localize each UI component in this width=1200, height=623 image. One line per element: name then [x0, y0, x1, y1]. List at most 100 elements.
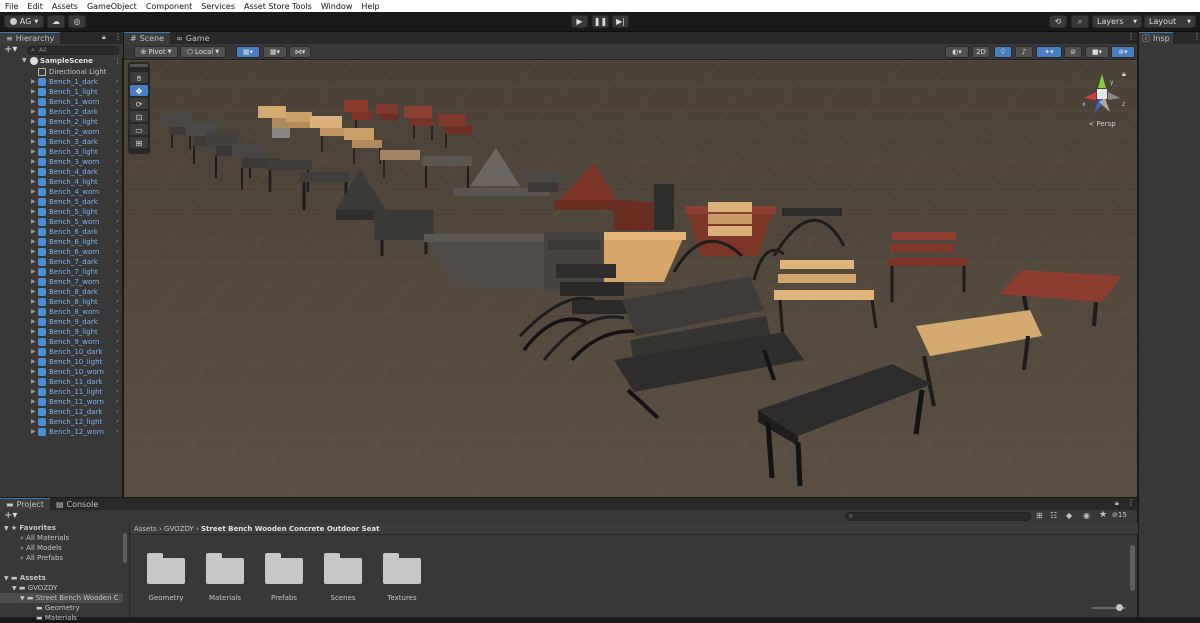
chevron-right-icon[interactable]: ▶ [31, 327, 36, 337]
lighting-toggle-button[interactable]: 💡︎ [994, 46, 1012, 58]
chevron-right-icon[interactable]: › [116, 217, 118, 227]
gizmos-dropdown[interactable]: ⊕▾ [1111, 46, 1135, 58]
hierarchy-item[interactable]: ▶ Bench_11_light › [0, 387, 123, 397]
lock-icon[interactable]: 🔒︎ [102, 33, 106, 42]
chevron-right-icon[interactable]: ▶ [31, 157, 36, 167]
collab-button[interactable]: ◎ [68, 15, 86, 28]
chevron-right-icon[interactable]: › [116, 137, 118, 147]
chevron-right-icon[interactable]: › [116, 327, 118, 337]
hierarchy-item[interactable]: ▶ Bench_8_light › [0, 297, 123, 307]
folder-item-geometry[interactable]: ▬ Geometry [36, 603, 80, 613]
hierarchy-item-light[interactable]: Directional Light [0, 67, 123, 77]
chevron-right-icon[interactable]: › [116, 127, 118, 137]
chevron-right-icon[interactable]: › [116, 97, 118, 107]
tab-hierarchy[interactable]: ≡ Hierarchy [0, 32, 61, 44]
chevron-right-icon[interactable]: ▶ [31, 187, 36, 197]
chevron-right-icon[interactable]: ▶ [31, 247, 36, 257]
draw-mode-button[interactable]: ◐▾ [945, 46, 969, 58]
hierarchy-item[interactable]: ▶ Bench_4_light › [0, 177, 123, 187]
tab-scene[interactable]: # Scene [124, 32, 171, 44]
menu-help[interactable]: Help [356, 2, 383, 11]
lock-icon[interactable]: 🔒︎ [1115, 499, 1119, 508]
chevron-right-icon[interactable]: ▶ [31, 367, 36, 377]
scene-viewport[interactable]: ✋︎ ✥ ⟳ ⊡ ▭ ⊞ y x z 🔒︎ < Persp [124, 60, 1137, 497]
chevron-right-icon[interactable]: ▶ [31, 397, 36, 407]
chevron-right-icon[interactable]: › [116, 77, 118, 87]
hierarchy-item[interactable]: ▶ Bench_9_light › [0, 327, 123, 337]
hierarchy-item[interactable]: ▶ Bench_3_light › [0, 147, 123, 157]
grid-snap-button[interactable]: ▦▾ [236, 46, 260, 58]
hierarchy-item[interactable]: ▶ Bench_3_dark › [0, 137, 123, 147]
breadcrumb-item[interactable]: GVOZDY [164, 525, 194, 533]
tab-inspector[interactable]: ⓘ Insp [1139, 32, 1173, 44]
pivot-dropdown[interactable]: ⊕ Pivot ▼ [134, 46, 178, 58]
chevron-right-icon[interactable]: › [116, 407, 118, 417]
chevron-right-icon[interactable]: › [116, 307, 118, 317]
history-button[interactable]: ⟲ [1049, 15, 1067, 28]
hierarchy-item[interactable]: ▶ Bench_4_worn › [0, 187, 123, 197]
chevron-right-icon[interactable]: ▶ [31, 357, 36, 367]
hierarchy-item[interactable]: ▶ Bench_7_worn › [0, 277, 123, 287]
hierarchy-item[interactable]: ▶ Bench_5_worn › [0, 217, 123, 227]
chevron-right-icon[interactable]: › [116, 427, 118, 437]
hierarchy-item[interactable]: ▶ Bench_4_dark › [0, 167, 123, 177]
hierarchy-item[interactable]: ▶ Bench_10_worn › [0, 367, 123, 377]
hierarchy-item[interactable]: ▶ Bench_2_worn › [0, 127, 123, 137]
persp-label[interactable]: < Persp [1088, 120, 1116, 128]
chevron-right-icon[interactable]: ▶ [31, 387, 36, 397]
chevron-right-icon[interactable]: ▶ [31, 317, 36, 327]
search-button[interactable]: ⌕ [1071, 15, 1089, 28]
favorite-item[interactable]: ⌕ All Materials [20, 533, 69, 543]
play-button[interactable]: ▶ [571, 15, 588, 28]
chevron-right-icon[interactable]: › [116, 357, 118, 367]
chevron-right-icon[interactable]: ▶ [31, 417, 36, 427]
effects-dropdown[interactable]: ✦▾ [1036, 46, 1062, 58]
folder-tile-scenes[interactable] [324, 553, 362, 584]
cloud-button[interactable]: ☁ [47, 15, 65, 28]
hierarchy-item[interactable]: ▶ Bench_12_dark › [0, 407, 123, 417]
pause-button[interactable]: ❚❚ [592, 15, 609, 28]
add-icon[interactable]: +▾ [4, 44, 17, 55]
breadcrumb-item[interactable]: Assets [134, 525, 157, 533]
content-scrollbar[interactable] [1130, 545, 1135, 591]
zoom-slider-handle[interactable] [1116, 604, 1123, 611]
account-button[interactable]: AG ▼ [4, 15, 44, 28]
chevron-right-icon[interactable]: › [116, 167, 118, 177]
chevron-right-icon[interactable]: › [116, 87, 118, 97]
chevron-right-icon[interactable]: › [116, 417, 118, 427]
chevron-right-icon[interactable]: ▶ [31, 227, 36, 237]
chevron-right-icon[interactable]: ▶ [31, 377, 36, 387]
chevron-right-icon[interactable]: ▶ [31, 347, 36, 357]
chevron-right-icon[interactable]: › [116, 157, 118, 167]
chevron-right-icon[interactable]: ▶ [31, 237, 36, 247]
chevron-right-icon[interactable]: ▶ [31, 287, 36, 297]
hierarchy-item[interactable]: ▶ Bench_5_light › [0, 207, 123, 217]
chevron-right-icon[interactable]: ▶ [31, 97, 36, 107]
chevron-right-icon[interactable]: ▶ [31, 427, 36, 437]
menu-window[interactable]: Window [316, 2, 357, 11]
grid-toggle-button[interactable]: ▦▾ [263, 46, 287, 58]
folder-tile-geometry[interactable] [147, 553, 185, 584]
chevron-right-icon[interactable]: › [116, 147, 118, 157]
folder-tile-materials[interactable] [206, 553, 244, 584]
assets-section[interactable]: ▼ ▬ Assets [4, 573, 46, 583]
chevron-right-icon[interactable]: › [116, 187, 118, 197]
chevron-right-icon[interactable]: › [116, 317, 118, 327]
hierarchy-item[interactable]: ▶ Bench_9_worn › [0, 337, 123, 347]
tab-project[interactable]: ▬ Project [0, 498, 50, 510]
chevron-right-icon[interactable]: › [116, 177, 118, 187]
menu-component[interactable]: Component [141, 2, 196, 11]
increment-snap-button[interactable]: ⋈▾ [289, 46, 311, 58]
star-icon[interactable]: ★ [1099, 510, 1107, 520]
chevron-right-icon[interactable]: › [116, 397, 118, 407]
chevron-right-icon[interactable]: › [116, 117, 118, 127]
menu-assets[interactable]: Assets [47, 2, 82, 11]
chevron-right-icon[interactable]: › [116, 377, 118, 387]
chevron-right-icon[interactable]: › [116, 287, 118, 297]
chevron-right-icon[interactable]: › [116, 267, 118, 277]
chevron-right-icon[interactable]: › [116, 247, 118, 257]
folder-tile-textures[interactable] [383, 553, 421, 584]
kebab-menu-icon[interactable]: ⋮ [114, 32, 122, 41]
hidden-count[interactable]: ⊘15 [1112, 511, 1127, 519]
chevron-right-icon[interactable]: ▶ [31, 77, 36, 87]
